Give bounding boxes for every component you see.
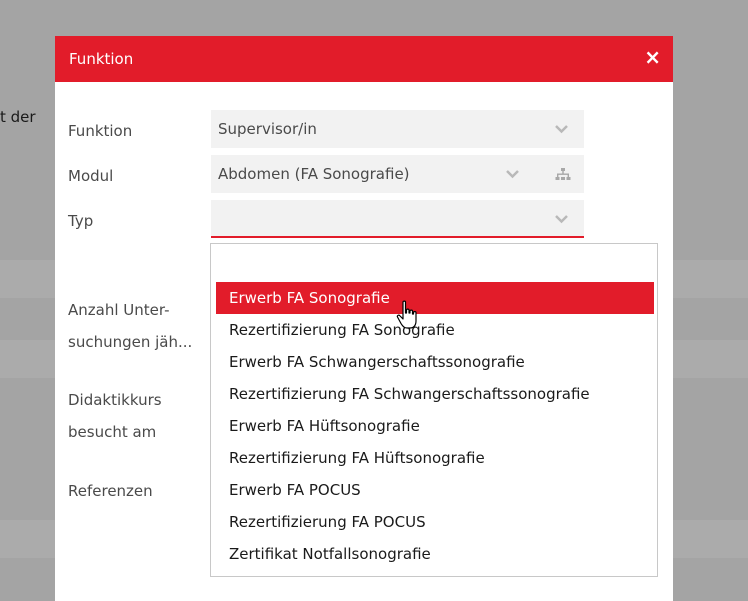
typ-dropdown: Erwerb FA Sonografie Rezertifizierung FA… [210,243,661,577]
close-icon[interactable]: × [644,47,661,67]
hand-cursor-icon [396,300,417,329]
typ-select[interactable] [211,200,584,238]
dropdown-option[interactable]: Rezertifizierung FA Sonografie [216,314,654,346]
dropdown-option[interactable]: Erwerb FA Hüftsonografie [216,410,654,442]
chevron-down-icon [555,125,568,134]
funktion-value: Supervisor/in [218,120,317,138]
modul-value: Abdomen (FA Sonografie) [218,165,410,183]
dropdown-option[interactable]: Zertifikat Notfallsonografie [216,538,654,570]
dropdown-option[interactable]: Erwerb FA Sonografie [216,282,654,314]
dialog-header: Funktion × [55,36,673,82]
modul-label: Modul [68,167,114,185]
dropdown-option[interactable]: Rezertifizierung FA POCUS [216,506,654,538]
chevron-down-icon [555,215,568,224]
funktion-select[interactable]: Supervisor/in [211,110,584,148]
tree-icon[interactable] [555,168,571,180]
didaktik-label-line1: Didaktikkurs [68,391,162,409]
modul-select[interactable]: Abdomen (FA Sonografie) [211,155,584,193]
dropdown-search-input[interactable] [211,244,661,278]
background-text: t der [0,108,36,126]
dialog-title: Funktion [69,50,134,68]
dropdown-options: Erwerb FA Sonografie Rezertifizierung FA… [216,282,654,570]
anzahl-label-line2: suchungen jäh... [68,333,193,351]
anzahl-label-line1: Anzahl Unter- [68,301,170,319]
dropdown-option[interactable]: Erwerb FA POCUS [216,474,654,506]
dropdown-option[interactable]: Erwerb FA Schwangerschaftssonografie [216,346,654,378]
didaktik-label-line2: besucht am [68,423,157,441]
funktion-label: Funktion [68,122,133,140]
dropdown-option[interactable]: Rezertifizierung FA Schwangerschaftssono… [216,378,654,410]
typ-label: Typ [68,212,94,230]
chevron-down-icon [506,170,519,179]
dropdown-option[interactable]: Rezertifizierung FA Hüftsonografie [216,442,654,474]
referenzen-label: Referenzen [68,482,153,500]
